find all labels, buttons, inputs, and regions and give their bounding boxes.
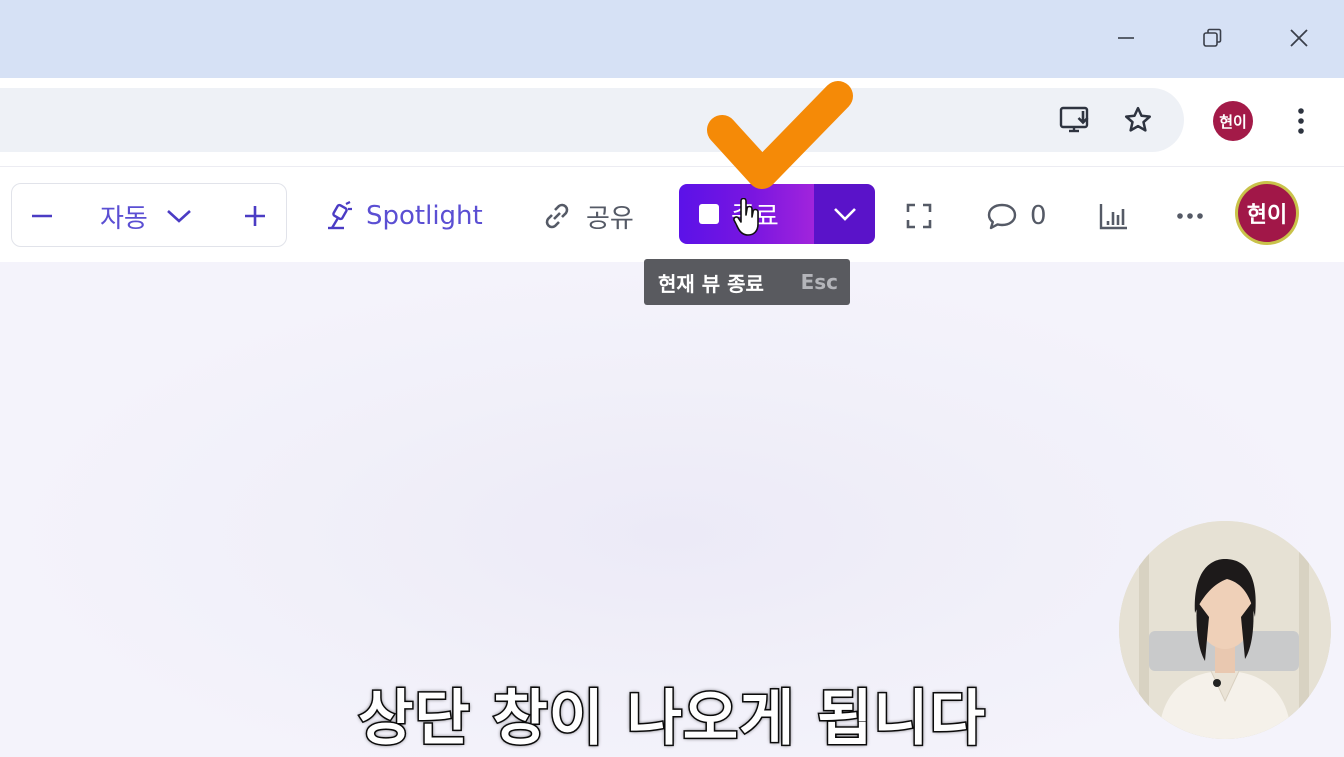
install-app-icon[interactable] (1056, 100, 1096, 140)
address-bar[interactable] (0, 88, 1184, 152)
star-icon[interactable] (1118, 100, 1158, 140)
checkmark-overlay-icon (707, 81, 853, 189)
stop-icon (699, 204, 719, 224)
fullscreen-icon (906, 203, 932, 229)
tooltip-shortcut: Esc (800, 270, 838, 294)
zoom-dropdown[interactable]: 자동 (100, 196, 192, 236)
spotlight-button[interactable]: Spotlight (322, 195, 483, 237)
spotlight-icon (328, 201, 352, 230)
app-toolbar: 자동 Spotlight 공유 종료 (0, 166, 1344, 262)
hand-cursor-icon (733, 198, 759, 236)
minus-icon (32, 214, 52, 218)
zoom-in-button[interactable] (233, 194, 277, 238)
close-icon[interactable] (1277, 18, 1321, 58)
share-label: 공유 (586, 203, 634, 234)
chevron-down-icon (833, 208, 856, 221)
fullscreen-button[interactable] (904, 195, 934, 237)
comments-button[interactable]: 0 (986, 195, 1047, 237)
more-horizontal-icon (1177, 213, 1203, 219)
link-icon (545, 203, 569, 229)
end-view-tooltip: 현재 뷰 종료 Esc (644, 259, 850, 305)
chevron-down-icon (166, 210, 191, 223)
kebab-menu-icon[interactable] (1286, 101, 1316, 141)
plus-icon (245, 206, 265, 226)
more-options-button[interactable] (1176, 195, 1204, 237)
title-bar (0, 0, 1344, 78)
restore-icon[interactable] (1190, 18, 1234, 58)
comment-icon (987, 203, 1017, 230)
minimize-icon[interactable] (1104, 18, 1148, 58)
zoom-control: 자동 (11, 183, 287, 247)
spotlight-label: Spotlight (366, 201, 483, 231)
comment-count: 0 (1030, 201, 1047, 231)
browser-profile-avatar[interactable]: 현이 (1213, 101, 1253, 141)
share-button[interactable]: 공유 (540, 195, 634, 237)
user-avatar[interactable]: 현이 (1238, 184, 1296, 242)
zoom-out-button[interactable] (20, 194, 64, 238)
zoom-level-label: 자동 (100, 203, 148, 234)
analytics-button[interactable] (1098, 195, 1130, 237)
browser-toolbar: 현이 (0, 78, 1344, 166)
bar-chart-icon (1099, 204, 1127, 230)
tooltip-text: 현재 뷰 종료 (658, 271, 764, 296)
video-subtitle: 상단 창이 나오게 됩니다 (357, 683, 987, 756)
